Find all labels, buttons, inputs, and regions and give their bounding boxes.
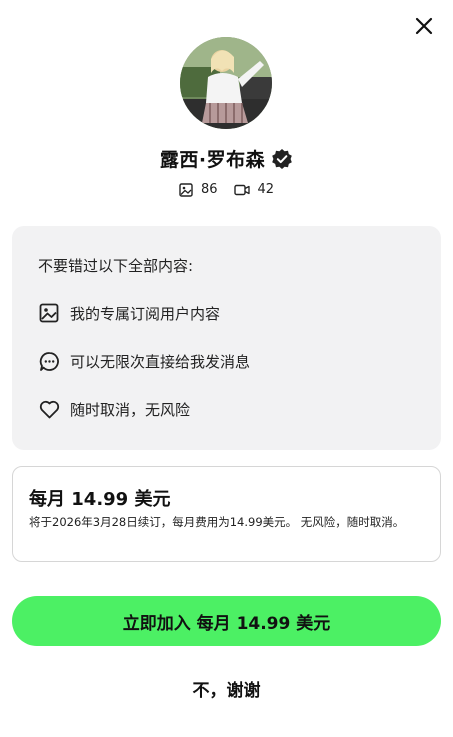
plan-option-monthly[interactable]: 每月 14.99 美元 将于2026年3月28日续订，每月费用为14.99美元。… <box>12 466 441 562</box>
image-icon <box>179 182 193 197</box>
video-count: 42 <box>257 182 275 197</box>
close-button[interactable] <box>410 12 438 40</box>
benefits-title: 不要错过以下全部内容: <box>38 257 194 275</box>
benefit-item-direct-message: 可以无限次直接给我发消息 <box>38 350 250 372</box>
heart-icon <box>38 398 60 420</box>
benefit-item-cancel-anytime: 随时取消，无风险 <box>38 398 190 420</box>
creator-name: 露西·罗布森 <box>159 149 266 171</box>
video-count-stat: 42 <box>233 182 275 197</box>
plan-price: 每月 14.99 美元 <box>29 489 171 510</box>
benefit-item-exclusive-content: 我的专属订阅用户内容 <box>38 302 220 324</box>
plan-renewal-terms: 将于2026年3月28日续订，每月费用为14.99美元。 无风险，随时取消。 <box>29 515 405 529</box>
photo-count-stat: 86 <box>179 182 218 197</box>
verified-badge-icon <box>272 148 292 169</box>
join-button[interactable]: 立即加入 每月 14.99 美元 <box>12 596 441 646</box>
image-icon <box>38 302 60 324</box>
benefit-label: 可以无限次直接给我发消息 <box>70 352 251 371</box>
photo-count: 86 <box>200 182 218 197</box>
creator-header: 露西·罗布森 <box>0 145 453 172</box>
creator-stats: 86 42 <box>0 182 453 197</box>
video-camera-icon <box>233 184 250 195</box>
decline-button[interactable]: 不，谢谢 <box>0 676 453 701</box>
chat-bubble-icon <box>38 350 60 372</box>
avatar <box>180 37 272 129</box>
subscription-modal: 露西·罗布森 86 42 不要错过以下全部内容: 我的专属订阅用户内容 可以无限… <box>0 0 453 737</box>
benefits-card: 不要错过以下全部内容: 我的专属订阅用户内容 可以无限次直接给我发消息 随时取消… <box>12 226 441 450</box>
benefit-label: 我的专属订阅用户内容 <box>70 304 221 323</box>
benefit-label: 随时取消，无风险 <box>70 400 191 419</box>
close-icon <box>415 17 433 35</box>
